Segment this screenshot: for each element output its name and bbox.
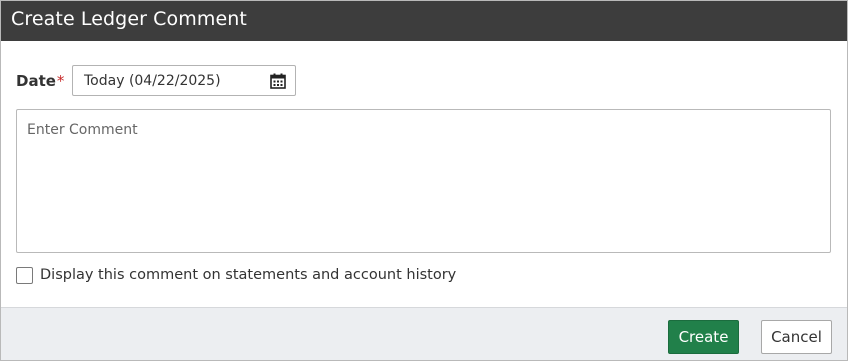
date-label: Date* <box>16 72 64 90</box>
display-on-statements-label[interactable]: Display this comment on statements and a… <box>40 267 456 283</box>
required-marker: * <box>56 72 65 90</box>
create-button[interactable]: Create <box>668 320 739 354</box>
dialog-footer: Create Cancel <box>1 307 847 360</box>
date-value[interactable]: Today (04/22/2025) <box>84 73 221 89</box>
date-picker-field[interactable]: Today (04/22/2025) <box>72 65 296 96</box>
dialog-titlebar: Create Ledger Comment <box>1 1 847 41</box>
display-on-statements-checkbox[interactable] <box>16 266 33 284</box>
create-ledger-comment-dialog: Create Ledger Comment Date* Today (04/22… <box>0 0 848 361</box>
display-on-statements-option[interactable]: Display this comment on statements and a… <box>16 265 456 285</box>
date-label-text: Date <box>16 72 56 90</box>
dialog-title: Create Ledger Comment <box>11 8 247 30</box>
cancel-button[interactable]: Cancel <box>761 320 832 354</box>
comment-textarea[interactable] <box>16 109 831 253</box>
calendar-icon[interactable] <box>270 73 286 89</box>
